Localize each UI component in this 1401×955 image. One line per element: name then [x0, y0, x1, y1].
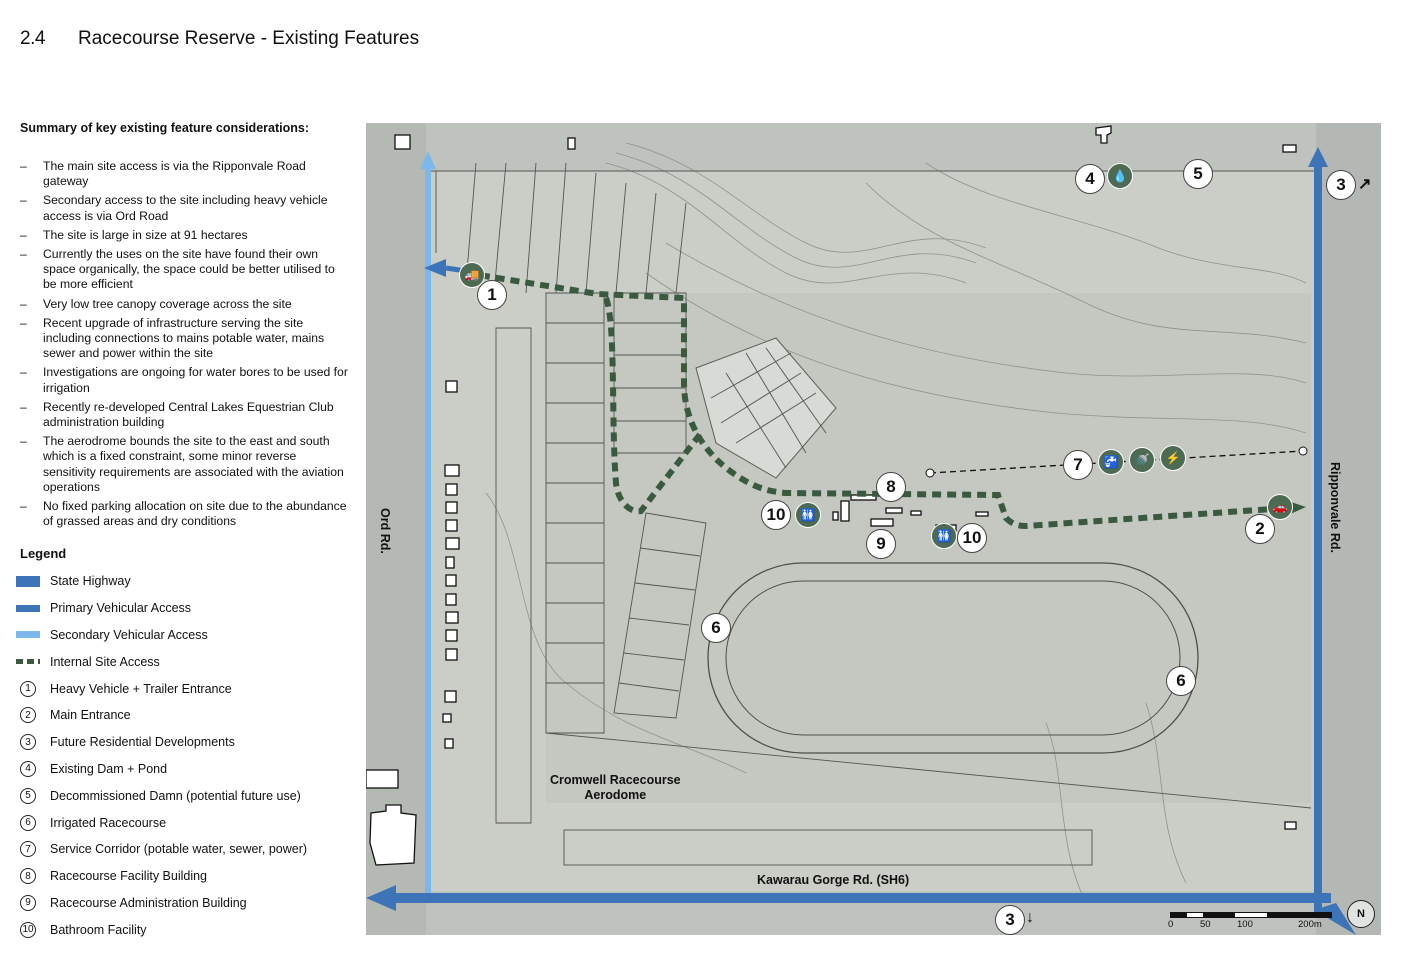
- ripponvale-road-label: Ripponvale Rd.: [1328, 462, 1342, 553]
- marker-7[interactable]: 7: [1063, 450, 1093, 480]
- legend-item-1: 1 Heavy Vehicle + Trailer Entrance: [16, 675, 307, 702]
- legend-item-state-highway: State Highway: [16, 568, 307, 595]
- summary-heading: Summary of key existing feature consider…: [20, 121, 309, 135]
- sh6-label: Kawarau Gorge Rd. (SH6): [757, 873, 910, 887]
- ord-road-label: Ord Rd.: [378, 508, 392, 554]
- marker-5[interactable]: 5: [1183, 159, 1213, 189]
- summary-item: – Recent upgrade of infrastructure servin…: [20, 315, 325, 361]
- north-arrow-icon: N: [1347, 900, 1375, 928]
- legend-item-2: 2 Main Entrance: [16, 702, 307, 729]
- legend: State Highway Primary Vehicular Access S…: [16, 568, 307, 943]
- marker-1[interactable]: 1: [477, 280, 507, 310]
- legend-item-primary: Primary Vehicular Access: [16, 595, 307, 622]
- water-drops-icon[interactable]: 💧: [1107, 163, 1133, 189]
- legend-item-4: 4 Existing Dam + Pond: [16, 756, 307, 783]
- bathroom-icon[interactable]: 🚻: [931, 523, 957, 549]
- marker-10[interactable]: 10: [761, 500, 791, 530]
- marker-8[interactable]: 8: [876, 472, 906, 502]
- aerodrome-label: Cromwell Racecourse Aerodome: [550, 773, 681, 802]
- legend-item-6: 6 Irrigated Racecourse: [16, 809, 307, 836]
- summary-item: – Secondary access to the site including …: [20, 193, 328, 223]
- legend-item-5: 5 Decommissioned Damn (potential future u…: [16, 782, 307, 809]
- marker-9[interactable]: 9: [866, 529, 896, 559]
- field-area: [546, 293, 1311, 803]
- legend-heading: Legend: [20, 546, 67, 561]
- summary-item: – Recently re-developed Central Lakes Equ…: [20, 399, 334, 430]
- power-icon[interactable]: ⚡: [1160, 445, 1186, 471]
- marker-4[interactable]: 4: [1075, 164, 1105, 194]
- arrow-down-icon: ↓: [1026, 909, 1034, 926]
- legend-item-9: 9 Racecourse Administration Building: [16, 890, 307, 917]
- page-title: Racecourse Reserve - Existing Features: [78, 28, 420, 49]
- summary-item: – Very low tree canopy coverage across th…: [20, 296, 292, 311]
- marker-3[interactable]: 3: [995, 905, 1025, 935]
- marker-6[interactable]: 6: [701, 613, 731, 643]
- bathroom-icon[interactable]: 🚻: [795, 502, 821, 528]
- east-farmland: [1316, 123, 1381, 935]
- marker-3[interactable]: 3: [1326, 170, 1356, 200]
- legend-item-internal: Internal Site Access: [16, 648, 307, 675]
- summary-list: – The main site access is via the Ripponv…: [20, 159, 350, 534]
- site-map[interactable]: Ord Rd. Ripponvale Rd. Kawarau Gorge Rd.…: [366, 123, 1381, 935]
- summary-item: – The aerodrome bounds the site to the ea…: [20, 434, 344, 495]
- legend-item-10: 10 Bathroom Facility: [16, 916, 307, 943]
- legend-item-secondary: Secondary Vehicular Access: [16, 622, 307, 649]
- arrow-northeast-icon: ↗: [1358, 176, 1372, 193]
- car-icon[interactable]: 🚗: [1267, 494, 1293, 520]
- potable-water-icon[interactable]: 🚰: [1098, 449, 1124, 475]
- summary-item: – Currently the uses on the site have fou…: [20, 246, 335, 292]
- marker-2[interactable]: 2: [1245, 514, 1275, 544]
- sewer-icon[interactable]: 🚿: [1129, 447, 1155, 473]
- map-graphic: [366, 123, 1381, 935]
- legend-item-8: 8 Racecourse Facility Building: [16, 863, 307, 890]
- marker-6[interactable]: 6: [1166, 666, 1196, 696]
- section-number: 2.4: [20, 28, 45, 49]
- summary-item: – Investigations are ongoing for water bo…: [20, 365, 348, 395]
- legend-item-3: 3 Future Residential Developments: [16, 729, 307, 756]
- marker-10[interactable]: 10: [957, 523, 987, 553]
- legend-item-7: 7 Service Corridor (potable water, sewer,…: [16, 836, 307, 863]
- summary-item: – The main site access is via the Ripponv…: [20, 159, 306, 189]
- summary-item: – The site is large in size at 91 hectare…: [20, 227, 248, 242]
- summary-item: – No fixed parking allocation on site due…: [20, 499, 347, 529]
